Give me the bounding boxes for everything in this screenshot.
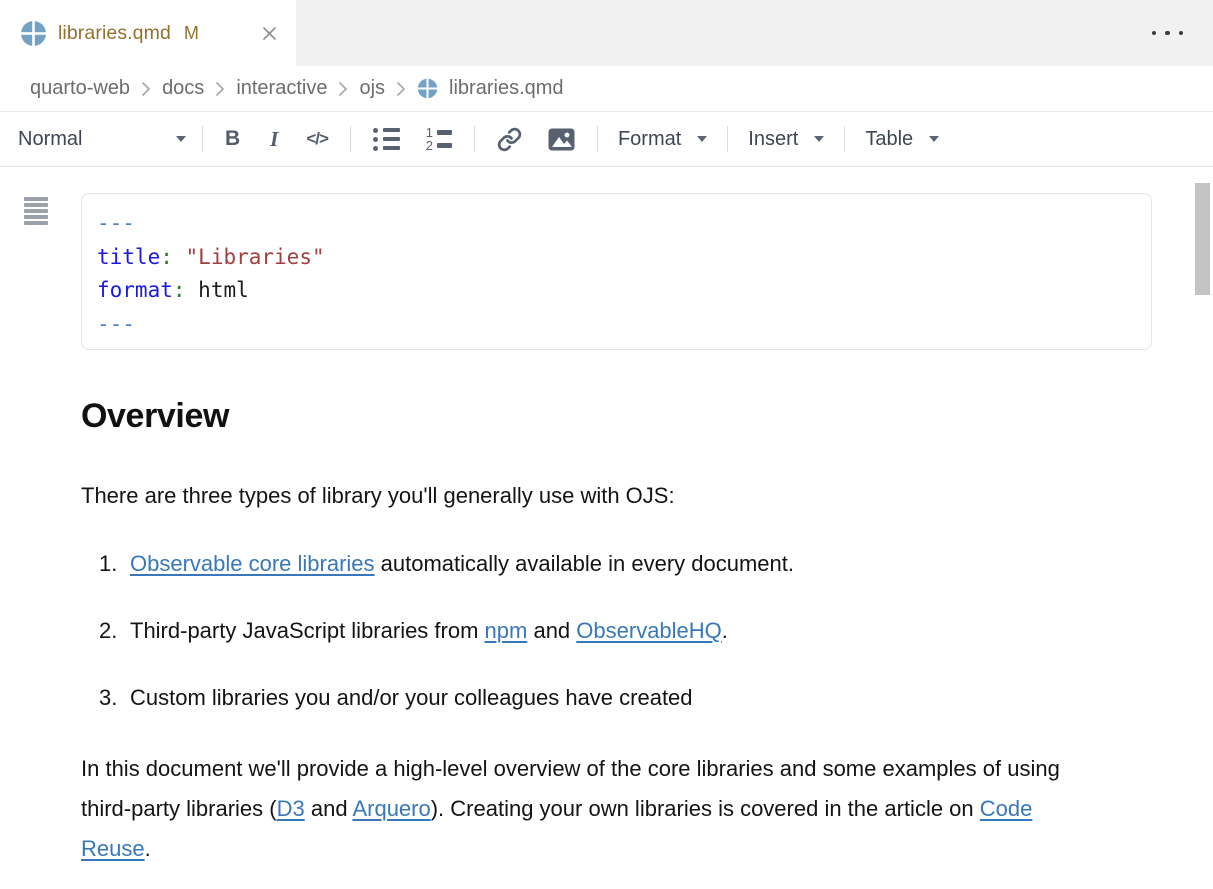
- toolbar-divider: [474, 126, 475, 152]
- bold-button[interactable]: B: [217, 123, 248, 155]
- link-observable-core-libraries[interactable]: Observable core libraries: [130, 551, 375, 576]
- paragraph-text: .: [145, 836, 151, 861]
- numbered-list-icon: 1 2: [424, 127, 452, 151]
- paragraph-style-value: Normal: [18, 128, 82, 151]
- toolbar-divider: [202, 126, 203, 152]
- chevron-down-icon: [929, 136, 939, 142]
- breadcrumb-item-file[interactable]: libraries.qmd: [449, 77, 563, 100]
- italic-button[interactable]: I: [262, 123, 286, 156]
- chevron-right-icon: [215, 81, 225, 97]
- chevron-right-icon: [396, 81, 406, 97]
- link-observablehq[interactable]: ObservableHQ: [576, 618, 722, 643]
- yaml-delimiter: ---: [97, 308, 1135, 342]
- list-item-text: and: [527, 618, 576, 643]
- table-menu-label: Table: [865, 128, 913, 151]
- image-icon: [548, 128, 575, 151]
- yaml-entry-title: title: "Libraries": [97, 241, 1135, 275]
- insert-menu-label: Insert: [748, 128, 798, 151]
- chevron-down-icon: [814, 136, 824, 142]
- format-menu[interactable]: Format: [612, 124, 713, 155]
- numbered-list-button[interactable]: 1 2: [416, 123, 460, 155]
- editor-toolbar: Normal B I </> 1 2 Format: [0, 112, 1213, 167]
- bullet-list-button[interactable]: [365, 124, 408, 155]
- paragraph-style-dropdown[interactable]: Normal: [16, 124, 188, 155]
- breadcrumb-item-interactive[interactable]: interactive: [236, 77, 327, 100]
- toolbar-divider: [597, 126, 598, 152]
- insert-link-button[interactable]: [489, 123, 530, 156]
- document-body[interactable]: Overview There are three types of librar…: [81, 396, 1213, 869]
- list-item-text: automatically available in every documen…: [375, 551, 794, 576]
- quarto-icon: [20, 20, 47, 47]
- breadcrumb-item-ojs[interactable]: ojs: [359, 77, 385, 100]
- yaml-entry-format: format: html: [97, 274, 1135, 308]
- link-icon: [497, 127, 522, 152]
- list-number: 3.: [99, 678, 123, 718]
- list-item: 2.Third-party JavaScript libraries from …: [99, 611, 1213, 651]
- yaml-delimiter: ---: [97, 207, 1135, 241]
- list-item: 3. Custom libraries you and/or your colle…: [99, 678, 1213, 718]
- list-number: 2.: [99, 611, 123, 651]
- toolbar-divider: [844, 126, 845, 152]
- toolbar-divider: [727, 126, 728, 152]
- toolbar-divider: [350, 126, 351, 152]
- link-d3[interactable]: D3: [277, 796, 305, 821]
- breadcrumb-item-docs[interactable]: docs: [162, 77, 204, 100]
- outro-paragraph: In this document we'll provide a high-le…: [81, 749, 1093, 869]
- list-item-text: Custom libraries you and/or your colleag…: [130, 685, 693, 710]
- link-arquero[interactable]: Arquero: [352, 796, 430, 821]
- block-drag-handle-icon[interactable]: [22, 195, 50, 227]
- insert-menu[interactable]: Insert: [742, 124, 830, 155]
- chevron-down-icon: [697, 136, 707, 142]
- chevron-down-icon: [176, 136, 186, 142]
- library-types-list: 1. Observable core libraries automaticall…: [81, 544, 1213, 718]
- breadcrumb-item-quarto-web[interactable]: quarto-web: [30, 77, 130, 100]
- list-number: 1.: [99, 544, 123, 584]
- close-tab-icon[interactable]: [258, 22, 280, 44]
- format-menu-label: Format: [618, 128, 681, 151]
- editor-canvas[interactable]: --- title: "Libraries" format: html --- …: [0, 167, 1213, 869]
- modified-badge: M: [184, 23, 199, 44]
- bullet-list-icon: [373, 128, 400, 151]
- page-title: Overview: [81, 396, 1213, 436]
- code-button[interactable]: </>: [298, 125, 336, 153]
- table-menu[interactable]: Table: [859, 124, 945, 155]
- list-item-text: Third-party JavaScript libraries from: [130, 618, 485, 643]
- list-item: 1. Observable core libraries automaticall…: [99, 544, 1213, 584]
- insert-image-button[interactable]: [540, 124, 583, 155]
- quarto-icon: [417, 78, 438, 99]
- chevron-right-icon: [141, 81, 151, 97]
- tab-bar: libraries.qmd M: [0, 0, 1213, 66]
- vertical-scrollbar[interactable]: [1195, 183, 1210, 295]
- tab-title: libraries.qmd: [58, 22, 171, 45]
- link-npm[interactable]: npm: [485, 618, 528, 643]
- more-actions-icon[interactable]: [1150, 25, 1186, 42]
- breadcrumb: quarto-web docs interactive ojs librarie…: [0, 66, 1213, 112]
- list-item-text: .: [722, 618, 728, 643]
- editor-tab-libraries[interactable]: libraries.qmd M: [0, 0, 296, 66]
- intro-paragraph: There are three types of library you'll …: [81, 476, 1213, 516]
- chevron-right-icon: [338, 81, 348, 97]
- yaml-front-matter-block[interactable]: --- title: "Libraries" format: html ---: [81, 193, 1152, 350]
- paragraph-text: ). Creating your own libraries is covere…: [431, 796, 980, 821]
- paragraph-text: and: [305, 796, 353, 821]
